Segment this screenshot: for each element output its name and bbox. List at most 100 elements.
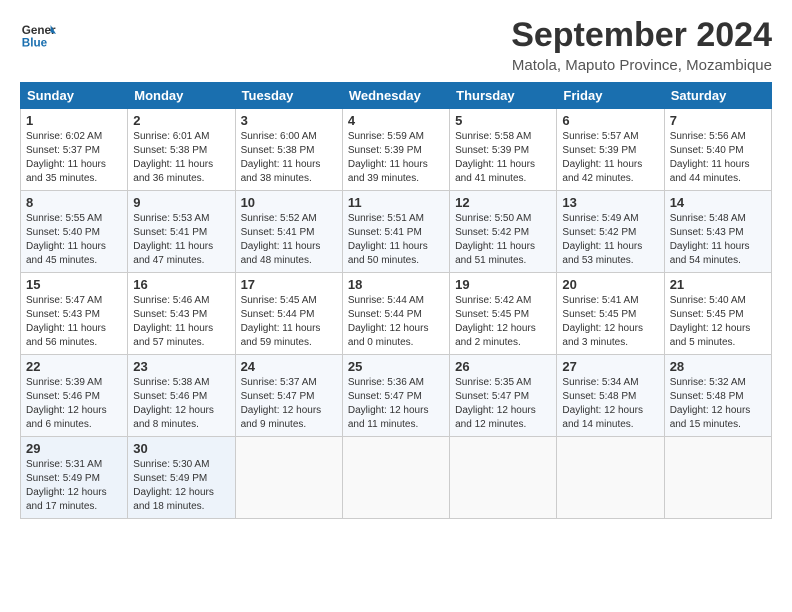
calendar-cell: 21 Sunrise: 5:40 AMSunset: 5:45 PMDaylig…: [664, 273, 771, 355]
logo: General Blue: [20, 16, 56, 52]
day-number: 3: [241, 113, 337, 128]
day-number: 30: [133, 441, 229, 456]
day-number: 28: [670, 359, 766, 374]
calendar-cell: 7 Sunrise: 5:56 AMSunset: 5:40 PMDayligh…: [664, 109, 771, 191]
day-info: Sunrise: 5:50 AMSunset: 5:42 PMDaylight:…: [455, 213, 535, 266]
day-number: 17: [241, 277, 337, 292]
calendar-cell: 27 Sunrise: 5:34 AMSunset: 5:48 PMDaylig…: [557, 355, 664, 437]
day-number: 21: [670, 277, 766, 292]
calendar-cell: 16 Sunrise: 5:46 AMSunset: 5:43 PMDaylig…: [128, 273, 235, 355]
calendar-cell: 9 Sunrise: 5:53 AMSunset: 5:41 PMDayligh…: [128, 191, 235, 273]
day-info: Sunrise: 5:55 AMSunset: 5:40 PMDaylight:…: [26, 213, 106, 266]
day-info: Sunrise: 5:36 AMSunset: 5:47 PMDaylight:…: [348, 377, 429, 430]
location-title: Matola, Maputo Province, Mozambique: [511, 57, 772, 74]
day-number: 13: [562, 195, 658, 210]
day-number: 22: [26, 359, 122, 374]
day-info: Sunrise: 5:52 AMSunset: 5:41 PMDaylight:…: [241, 213, 321, 266]
day-number: 12: [455, 195, 551, 210]
day-number: 2: [133, 113, 229, 128]
calendar-cell: 11 Sunrise: 5:51 AMSunset: 5:41 PMDaylig…: [342, 191, 449, 273]
calendar-week-row: 22 Sunrise: 5:39 AMSunset: 5:46 PMDaylig…: [21, 355, 772, 437]
day-number: 25: [348, 359, 444, 374]
calendar-week-row: 29 Sunrise: 5:31 AMSunset: 5:49 PMDaylig…: [21, 437, 772, 519]
col-header-tuesday: Tuesday: [235, 83, 342, 109]
day-info: Sunrise: 5:47 AMSunset: 5:43 PMDaylight:…: [26, 295, 106, 348]
calendar-cell: 19 Sunrise: 5:42 AMSunset: 5:45 PMDaylig…: [450, 273, 557, 355]
svg-text:Blue: Blue: [22, 37, 48, 50]
day-info: Sunrise: 5:37 AMSunset: 5:47 PMDaylight:…: [241, 377, 322, 430]
calendar-cell: 1 Sunrise: 6:02 AMSunset: 5:37 PMDayligh…: [21, 109, 128, 191]
day-info: Sunrise: 5:40 AMSunset: 5:45 PMDaylight:…: [670, 295, 751, 348]
calendar-cell: [235, 437, 342, 519]
calendar-cell: 3 Sunrise: 6:00 AMSunset: 5:38 PMDayligh…: [235, 109, 342, 191]
day-number: 14: [670, 195, 766, 210]
day-number: 27: [562, 359, 658, 374]
calendar-cell: 12 Sunrise: 5:50 AMSunset: 5:42 PMDaylig…: [450, 191, 557, 273]
calendar-cell: 22 Sunrise: 5:39 AMSunset: 5:46 PMDaylig…: [21, 355, 128, 437]
day-info: Sunrise: 5:51 AMSunset: 5:41 PMDaylight:…: [348, 213, 428, 266]
day-number: 5: [455, 113, 551, 128]
calendar-cell: 10 Sunrise: 5:52 AMSunset: 5:41 PMDaylig…: [235, 191, 342, 273]
title-block: September 2024 Matola, Maputo Province, …: [511, 16, 772, 74]
calendar-header-row: SundayMondayTuesdayWednesdayThursdayFrid…: [21, 83, 772, 109]
month-title: September 2024: [511, 16, 772, 55]
logo-icon: General Blue: [20, 16, 56, 52]
calendar-cell: 30 Sunrise: 5:30 AMSunset: 5:49 PMDaylig…: [128, 437, 235, 519]
calendar-cell: 26 Sunrise: 5:35 AMSunset: 5:47 PMDaylig…: [450, 355, 557, 437]
day-info: Sunrise: 5:58 AMSunset: 5:39 PMDaylight:…: [455, 131, 535, 184]
day-number: 9: [133, 195, 229, 210]
day-info: Sunrise: 6:01 AMSunset: 5:38 PMDaylight:…: [133, 131, 213, 184]
day-number: 18: [348, 277, 444, 292]
calendar-cell: 14 Sunrise: 5:48 AMSunset: 5:43 PMDaylig…: [664, 191, 771, 273]
day-info: Sunrise: 5:34 AMSunset: 5:48 PMDaylight:…: [562, 377, 643, 430]
col-header-saturday: Saturday: [664, 83, 771, 109]
day-number: 26: [455, 359, 551, 374]
calendar-cell: 29 Sunrise: 5:31 AMSunset: 5:49 PMDaylig…: [21, 437, 128, 519]
day-info: Sunrise: 5:49 AMSunset: 5:42 PMDaylight:…: [562, 213, 642, 266]
day-info: Sunrise: 5:56 AMSunset: 5:40 PMDaylight:…: [670, 131, 750, 184]
calendar-cell: 8 Sunrise: 5:55 AMSunset: 5:40 PMDayligh…: [21, 191, 128, 273]
day-number: 15: [26, 277, 122, 292]
day-info: Sunrise: 5:31 AMSunset: 5:49 PMDaylight:…: [26, 459, 107, 512]
day-number: 6: [562, 113, 658, 128]
calendar-cell: 13 Sunrise: 5:49 AMSunset: 5:42 PMDaylig…: [557, 191, 664, 273]
day-info: Sunrise: 5:45 AMSunset: 5:44 PMDaylight:…: [241, 295, 321, 348]
day-info: Sunrise: 5:39 AMSunset: 5:46 PMDaylight:…: [26, 377, 107, 430]
day-number: 4: [348, 113, 444, 128]
calendar-cell: 25 Sunrise: 5:36 AMSunset: 5:47 PMDaylig…: [342, 355, 449, 437]
day-number: 24: [241, 359, 337, 374]
day-info: Sunrise: 5:38 AMSunset: 5:46 PMDaylight:…: [133, 377, 214, 430]
calendar-cell: [664, 437, 771, 519]
calendar-cell: 6 Sunrise: 5:57 AMSunset: 5:39 PMDayligh…: [557, 109, 664, 191]
day-info: Sunrise: 5:35 AMSunset: 5:47 PMDaylight:…: [455, 377, 536, 430]
col-header-thursday: Thursday: [450, 83, 557, 109]
calendar-cell: [450, 437, 557, 519]
day-info: Sunrise: 5:48 AMSunset: 5:43 PMDaylight:…: [670, 213, 750, 266]
day-info: Sunrise: 5:30 AMSunset: 5:49 PMDaylight:…: [133, 459, 214, 512]
calendar-cell: 2 Sunrise: 6:01 AMSunset: 5:38 PMDayligh…: [128, 109, 235, 191]
day-info: Sunrise: 5:53 AMSunset: 5:41 PMDaylight:…: [133, 213, 213, 266]
calendar-week-row: 15 Sunrise: 5:47 AMSunset: 5:43 PMDaylig…: [21, 273, 772, 355]
day-info: Sunrise: 5:59 AMSunset: 5:39 PMDaylight:…: [348, 131, 428, 184]
day-info: Sunrise: 6:00 AMSunset: 5:38 PMDaylight:…: [241, 131, 321, 184]
day-info: Sunrise: 5:46 AMSunset: 5:43 PMDaylight:…: [133, 295, 213, 348]
calendar-cell: 28 Sunrise: 5:32 AMSunset: 5:48 PMDaylig…: [664, 355, 771, 437]
day-info: Sunrise: 5:42 AMSunset: 5:45 PMDaylight:…: [455, 295, 536, 348]
col-header-friday: Friday: [557, 83, 664, 109]
col-header-monday: Monday: [128, 83, 235, 109]
day-number: 7: [670, 113, 766, 128]
day-info: Sunrise: 5:44 AMSunset: 5:44 PMDaylight:…: [348, 295, 429, 348]
day-info: Sunrise: 5:57 AMSunset: 5:39 PMDaylight:…: [562, 131, 642, 184]
day-number: 19: [455, 277, 551, 292]
day-number: 23: [133, 359, 229, 374]
col-header-sunday: Sunday: [21, 83, 128, 109]
col-header-wednesday: Wednesday: [342, 83, 449, 109]
day-number: 10: [241, 195, 337, 210]
day-info: Sunrise: 5:32 AMSunset: 5:48 PMDaylight:…: [670, 377, 751, 430]
calendar-cell: 24 Sunrise: 5:37 AMSunset: 5:47 PMDaylig…: [235, 355, 342, 437]
day-number: 8: [26, 195, 122, 210]
calendar-cell: 17 Sunrise: 5:45 AMSunset: 5:44 PMDaylig…: [235, 273, 342, 355]
calendar-cell: 23 Sunrise: 5:38 AMSunset: 5:46 PMDaylig…: [128, 355, 235, 437]
calendar-table: SundayMondayTuesdayWednesdayThursdayFrid…: [20, 82, 772, 519]
calendar-cell: [557, 437, 664, 519]
